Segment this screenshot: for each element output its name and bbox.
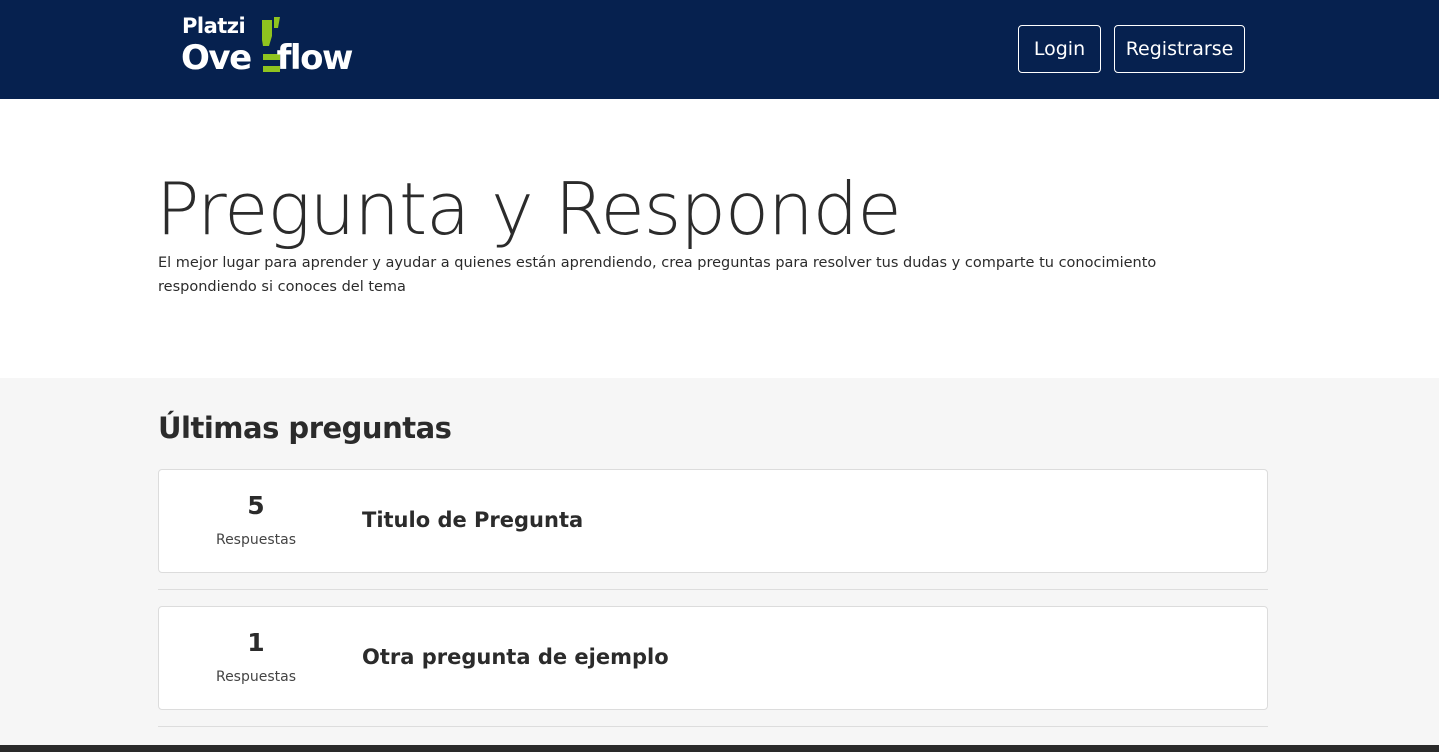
hero-section: Pregunta y Responde El mejor lugar para … [0, 99, 1439, 378]
logo-word-right: flow [276, 38, 354, 78]
question-title-link[interactable]: Otra pregunta de ejemplo [362, 645, 669, 669]
hero-title: Pregunta y Responde [156, 167, 902, 251]
answer-count: 5 [247, 491, 265, 520]
divider [158, 589, 1268, 590]
logo-top-text: Platzi [182, 14, 246, 38]
logo-word-left: Ove [181, 38, 252, 78]
answer-count-label: Respuestas [215, 669, 297, 685]
login-button[interactable]: Login [1018, 25, 1101, 73]
footer-strip [0, 745, 1439, 752]
question-card[interactable]: 5 Respuestas Titulo de Pregunta [158, 469, 1268, 573]
question-card[interactable]: 1 Respuestas Otra pregunta de ejemplo [158, 606, 1268, 710]
answer-count: 1 [247, 628, 265, 657]
latest-questions-section: Últimas preguntas 5 Respuestas Titulo de… [0, 378, 1439, 745]
answer-count-label: Respuestas [215, 532, 297, 548]
hero-description: El mejor lugar para aprender y ayudar a … [158, 255, 1157, 295]
answer-count-box: 1 Respuestas [159, 607, 353, 709]
register-button[interactable]: Registrarse [1114, 25, 1245, 73]
question-title-link[interactable]: Titulo de Pregunta [362, 508, 583, 532]
logo-bottom-text: Ove flow [181, 38, 354, 78]
answer-count-box: 5 Respuestas [159, 470, 353, 572]
platzi-overflow-logo[interactable]: Platzi Ove flow [181, 14, 366, 78]
divider [158, 726, 1268, 727]
navbar: Platzi Ove flow Login Registrarse [0, 0, 1439, 99]
section-title: Últimas preguntas [158, 411, 452, 445]
